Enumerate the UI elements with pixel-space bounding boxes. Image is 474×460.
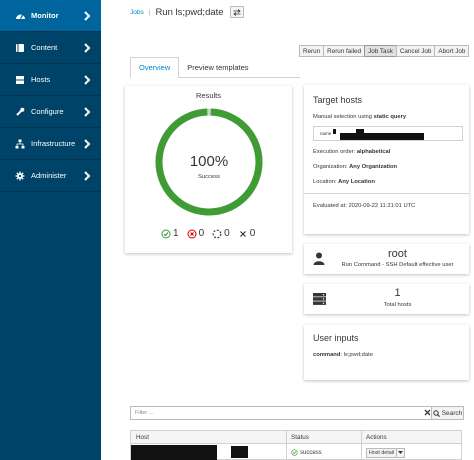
sidebar: Monitor Content Hosts Configure Infrastr… xyxy=(0,0,101,460)
cancel-job-button[interactable]: Cancel Job xyxy=(395,45,436,57)
sidebar-item-administer[interactable]: Administer xyxy=(0,160,101,192)
status-text: success xyxy=(300,449,322,456)
execution-order-line: Execution order: alphabetical xyxy=(313,149,391,155)
redacted-block xyxy=(356,129,364,133)
result-counts: 1 0 0 0 xyxy=(161,228,263,239)
chevron-right-icon xyxy=(84,11,91,21)
close-icon xyxy=(239,230,246,237)
selection-line: Manual selection using static query xyxy=(313,114,407,120)
job-actions: Rerun Rerun failed Job Task Cancel Job A… xyxy=(299,45,470,57)
results-title: Results xyxy=(195,91,221,100)
check-circle-icon xyxy=(291,449,298,456)
sidebar-item-label: Hosts xyxy=(31,75,51,84)
user-inputs-title: User inputs xyxy=(313,333,359,343)
column-header-host[interactable]: Host xyxy=(131,431,149,444)
sidebar-item-monitor[interactable]: Monitor xyxy=(0,0,101,32)
chevron-right-icon xyxy=(84,75,91,85)
sidebar-item-label: Administer xyxy=(31,171,67,180)
target-hosts-card: Target hosts Manual selection using stat… xyxy=(304,85,469,234)
sidebar-item-label: Infrastructure xyxy=(31,139,76,148)
chevron-right-icon xyxy=(84,43,91,53)
target-hosts-title: Target hosts xyxy=(313,95,363,105)
sidebar-item-hosts[interactable]: Hosts xyxy=(0,64,101,96)
hosts-table: Host Status Actions success Host detail xyxy=(130,430,462,460)
spinner-icon xyxy=(212,229,222,238)
rerun-button[interactable]: Rerun xyxy=(299,45,325,57)
tab-bar: Overview Preview templates xyxy=(130,57,300,78)
success-count: 1 xyxy=(161,228,179,239)
wrench-icon xyxy=(14,106,26,118)
location-line: Location: Any Location xyxy=(313,179,375,185)
breadcrumb: Jobs | Run ls;pwd;date xyxy=(130,6,244,18)
status-cell: success xyxy=(291,445,322,460)
donut-percent: 100% xyxy=(190,153,228,170)
effective-user-subtitle: Run Command - SSH Default effective user xyxy=(341,262,454,268)
exchange-icon xyxy=(232,8,241,16)
total-hosts-label: Total hosts xyxy=(383,302,412,308)
redacted-block xyxy=(333,129,336,134)
sidebar-item-label: Content xyxy=(31,43,58,52)
redacted-host-name xyxy=(131,445,217,460)
network-icon xyxy=(14,138,26,150)
server-icon xyxy=(14,74,26,86)
breadcrumb-separator: | xyxy=(148,8,151,16)
chevron-right-icon xyxy=(84,139,91,149)
divider xyxy=(304,193,469,194)
column-divider xyxy=(361,431,362,459)
results-donut-chart: 100% Success xyxy=(155,108,263,216)
user-input-row: command: ls;pwd;date xyxy=(313,352,373,358)
user-inputs-card: User inputs command: ls;pwd;date xyxy=(304,325,469,380)
column-header-actions: Actions xyxy=(366,434,387,441)
evaluated-at: Evaluated at: 2020-09-22 11:21:01 UTC xyxy=(313,203,416,209)
abort-job-button[interactable]: Abort Job xyxy=(434,45,470,57)
search-query-box: name xyxy=(313,126,463,141)
sidebar-item-content[interactable]: Content xyxy=(0,32,101,64)
donut-status: Success xyxy=(198,174,220,180)
page-title: Run ls;pwd;date xyxy=(155,6,224,18)
column-header-status[interactable]: Status xyxy=(286,431,309,444)
host-actions-dropdown[interactable] xyxy=(397,447,406,458)
switcher-button[interactable] xyxy=(229,6,244,18)
caret-down-icon xyxy=(398,451,404,454)
redacted-block xyxy=(231,446,248,458)
chevron-right-icon xyxy=(84,171,91,181)
job-task-button[interactable]: Job Task xyxy=(364,45,397,57)
clear-filter-icon[interactable] xyxy=(424,409,431,416)
effective-user-card: root Run Command - SSH Default effective… xyxy=(304,244,469,274)
error-circle-icon xyxy=(187,229,197,238)
actions-cell: Host detail xyxy=(366,445,406,460)
filter-input[interactable]: Filter ... xyxy=(130,406,432,420)
tab-preview-templates[interactable]: Preview templates xyxy=(179,57,256,78)
sidebar-item-label: Monitor xyxy=(31,11,59,20)
total-hosts-count: 1 xyxy=(394,287,401,299)
sidebar-item-configure[interactable]: Configure xyxy=(0,96,101,128)
chevron-right-icon xyxy=(84,107,91,117)
sidebar-item-label: Configure xyxy=(31,107,64,116)
failed-count: 0 xyxy=(187,228,204,239)
cancelled-count: 0 xyxy=(238,228,255,239)
tachometer-icon xyxy=(14,10,26,22)
gear-icon xyxy=(14,170,26,182)
tab-overview[interactable]: Overview xyxy=(130,57,180,78)
total-hosts-card: 1 Total hosts xyxy=(304,284,469,314)
search-icon xyxy=(432,409,440,417)
host-detail-button[interactable]: Host detail xyxy=(366,447,398,458)
sidebar-item-infrastructure[interactable]: Infrastructure xyxy=(0,128,101,160)
results-card: Results 100% Success 1 0 0 0 xyxy=(125,86,292,253)
search-button[interactable]: Search xyxy=(431,406,464,420)
organization-line: Organization: Any Organization xyxy=(313,164,398,170)
column-divider xyxy=(286,431,287,459)
book-icon xyxy=(14,42,26,54)
redacted-block xyxy=(340,133,424,140)
pending-count: 0 xyxy=(212,228,230,239)
rerun-failed-button[interactable]: Rerun failed xyxy=(323,45,366,57)
effective-user-name: root xyxy=(388,248,407,260)
check-circle-icon xyxy=(161,229,171,238)
breadcrumb-jobs-link[interactable]: Jobs xyxy=(130,9,144,16)
